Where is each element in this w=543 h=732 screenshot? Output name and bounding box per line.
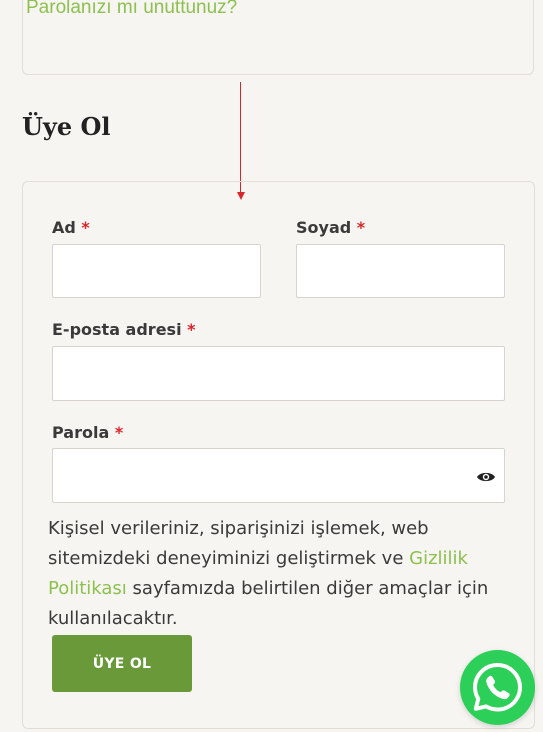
email-label-text: E-posta adresi — [52, 320, 182, 339]
register-button[interactable]: ÜYE OL — [52, 635, 192, 692]
register-title: Üye Ol — [22, 112, 111, 141]
privacy-text-before: Kişisel verileriniz, siparişinizi işleme… — [48, 518, 429, 569]
password-input[interactable] — [52, 448, 505, 503]
email-input[interactable] — [52, 346, 505, 401]
required-marker: * — [356, 218, 366, 237]
lost-password-link[interactable]: Parolanızı mı unuttunuz? — [26, 0, 237, 19]
first-name-label-text: Ad — [52, 218, 76, 237]
last-name-input[interactable] — [296, 244, 505, 298]
whatsapp-icon — [473, 663, 522, 712]
annotation-arrow-line — [240, 82, 241, 194]
required-marker: * — [114, 423, 124, 442]
last-name-label: Soyad * — [296, 218, 365, 237]
first-name-input[interactable] — [52, 244, 261, 298]
first-name-label: Ad * — [52, 218, 90, 237]
last-name-label-text: Soyad — [296, 218, 352, 237]
whatsapp-chat-button[interactable] — [460, 650, 535, 725]
required-marker: * — [187, 320, 196, 339]
eye-icon[interactable] — [476, 469, 496, 483]
password-label: Parola * — [52, 423, 123, 442]
privacy-notice: Kişisel verileriniz, siparişinizi işleme… — [48, 514, 518, 634]
email-label: E-posta adresi * — [52, 320, 196, 339]
password-label-text: Parola — [52, 423, 110, 442]
required-marker: * — [81, 218, 90, 237]
